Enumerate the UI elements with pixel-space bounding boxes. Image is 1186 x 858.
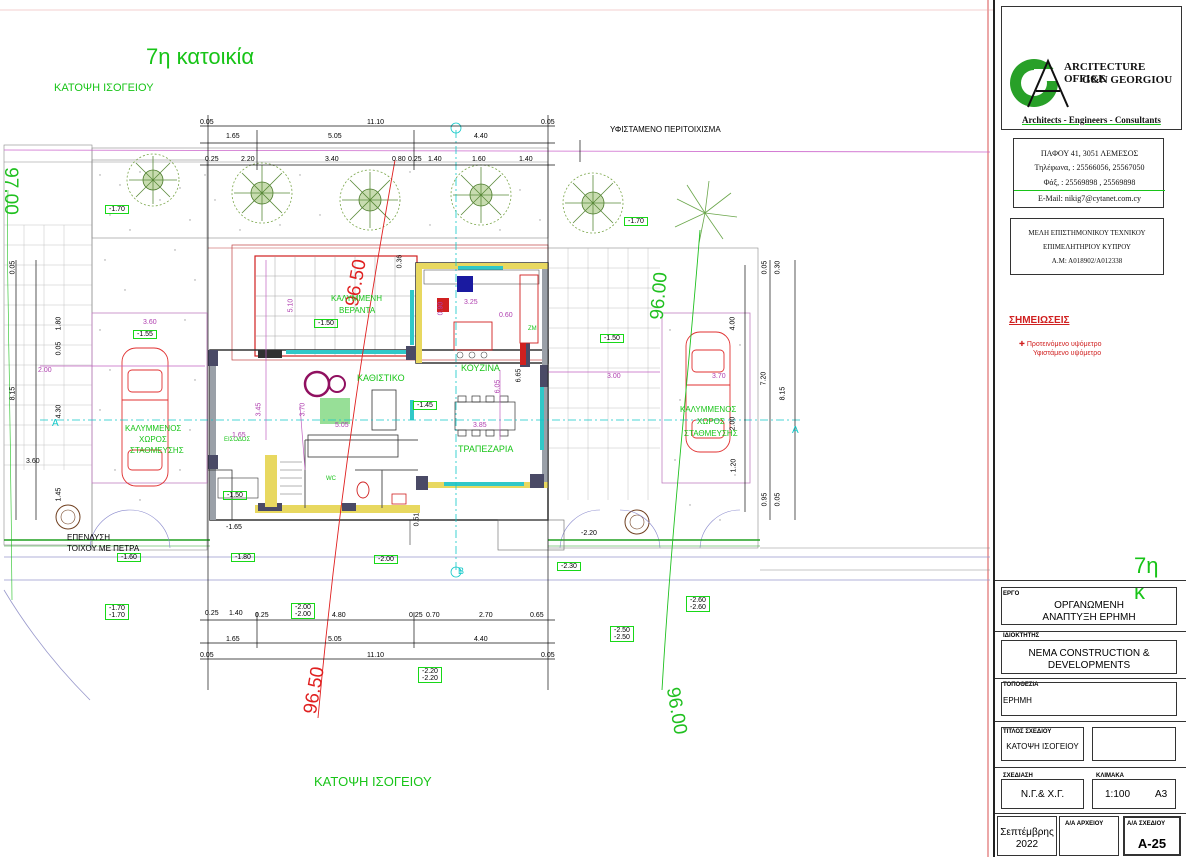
office-tagline: Architects - Engineers - Consultants	[1022, 115, 1161, 125]
location-value: ΕΡΗΜΗ	[1003, 696, 1032, 705]
drawing-title-value: ΚΑΤΟΨΗ ΙΣΟΓΕΙΟΥ	[1006, 742, 1079, 751]
dimension-lines	[15, 115, 796, 690]
contour-97-00	[7, 189, 13, 601]
email-line: E-Mail: nikig7@cytanet.com.cy	[1037, 194, 1142, 203]
legend-proposed: ✚ Προτεινόμενο υψόμετρο	[1019, 340, 1101, 348]
left-neighbor-area	[3, 144, 93, 701]
sheet-no-label: Α/Α ΣΧΕΔΙΟΥ	[1127, 821, 1166, 827]
notes-title: ΣΗΜΕΙΩΣΕΙΣ	[1009, 315, 1070, 326]
legend-existing-text: Υφιστάμενο υψόμετρο	[1033, 350, 1102, 357]
car-right	[685, 331, 731, 453]
address-block: ΠΑΦΟΥ 41, 3051 ΛΕΜΕΣΟΣ Τηλέφωνα, : 25566…	[1013, 138, 1165, 208]
tree-bottom-left	[55, 504, 81, 530]
car-left	[121, 347, 169, 487]
office-header: ARCITECTURE OFFICE G&N GEORGIOU Architec…	[1001, 6, 1182, 130]
floor-plan-drawing	[0, 0, 995, 857]
members-line-3: Α.Μ: Α018902/Α012338	[1051, 257, 1123, 265]
wc-fixtures	[265, 455, 407, 507]
members-line-2: ΕΠΙΜΕΛΗΤΗΡΙΟΥ ΚΥΠΡΟΥ	[1043, 243, 1131, 251]
file-no-label: Α/Α ΑΡΧΕΙΟΥ	[1065, 821, 1104, 827]
owner-name-1: NEMA CONSTRUCTION &	[1028, 648, 1150, 659]
owner-label: ΙΔΙΟΚΤΗΤΗΣ	[1003, 633, 1040, 639]
scale-value: 1:100	[1105, 789, 1131, 800]
designer-value: Ν.Γ.& Χ.Γ.	[1020, 789, 1065, 800]
staircase	[280, 461, 302, 495]
tree-symbols	[126, 153, 738, 244]
owner-name-2: DEVELOPMENTS	[1047, 660, 1131, 671]
members-block: ΜΕΛΗ ΕΠΙΣΤΗΜΟΝΙΚΟΥ ΤΕΧΝΙΚΟΥ ΕΠΙΜΕΛΗΤΗΡΙΟ…	[1010, 218, 1164, 275]
date-month: Σεπτέμβρης	[1000, 827, 1054, 838]
top-garden	[3, 147, 991, 239]
legend-existing: Υφιστάμενο υψόμετρο	[1033, 350, 1101, 357]
legend-proposed-text: Προτεινόμενο υψόμετρο	[1026, 341, 1102, 348]
project-name-2: ΑΝΑΠΤΥΞΗ ΕΡΗΜΗ	[1042, 612, 1136, 623]
info-table: ΕΡΓΟ ΟΡΓΑΝΩΜΕΝΗ ΑΝΑΠΤΥΞΗ ΕΡΗΜΗ ΙΔΙΟΚΤΗΤΗ…	[995, 580, 1186, 858]
phones-line: Τηλέφωνα, : 25566056, 25567050	[1034, 163, 1145, 172]
fax-line: Φάξ, : 25569898 , 25569898	[1043, 178, 1136, 187]
paper-size: Α3	[1155, 789, 1168, 800]
dining-table	[454, 395, 516, 437]
date-year: 2022	[1015, 839, 1039, 850]
address-line: ΠΑΦΟΥ 41, 3051 ΛΕΜΕΣΟΣ	[1040, 149, 1139, 158]
members-line-1: ΜΕΛΗ ΕΠΙΣΤΗΜΟΝΙΚΟΥ ΤΕΧΝΙΚΟΥ	[1028, 229, 1146, 237]
left-parking-area	[4, 159, 210, 551]
living-furniture	[303, 370, 399, 458]
contour-96-50	[317, 159, 396, 719]
house-outline	[208, 244, 549, 521]
title-block: ARCITECTURE OFFICE G&N GEORGIOU Architec…	[993, 0, 1186, 857]
project-name-1: ΟΡΓΑΝΩΜΕΝΗ	[1054, 600, 1124, 611]
proposed-level-icon: ✚	[1019, 341, 1027, 348]
contour-96-00	[661, 229, 701, 691]
sheet-no-value: A-25	[1137, 836, 1167, 851]
office-name-2: G&N GEORGIOU	[1082, 74, 1173, 86]
drawing-title-spare-box	[1092, 727, 1176, 761]
